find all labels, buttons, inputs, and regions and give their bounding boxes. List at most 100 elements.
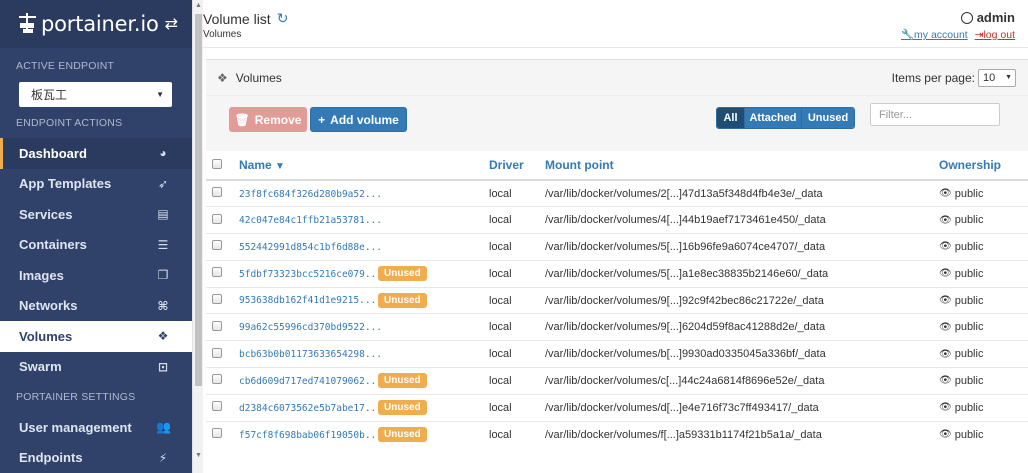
brand-bar: portainer.io ⇄ bbox=[0, 0, 192, 48]
remove-button[interactable]: 🗑 Remove bbox=[229, 107, 307, 132]
plug-icon: ⚡ bbox=[158, 450, 168, 465]
row-select-cell bbox=[206, 233, 239, 261]
sidebar-item-volumes[interactable]: Volumes ❖ bbox=[0, 321, 192, 352]
actions-toolbar: 🗑 Remove + Add volume All Attached Unuse… bbox=[206, 96, 1028, 151]
volume-name-cell: d2384c6073562e5b7abe17... Unused bbox=[239, 393, 489, 422]
wrench-icon: 🔧 bbox=[900, 29, 915, 41]
row-checkbox[interactable] bbox=[212, 187, 222, 198]
scrollbar-thumb[interactable] bbox=[195, 14, 202, 386]
sidebar-item-app-templates[interactable]: App Templates ➶ bbox=[0, 169, 192, 200]
cubes-icon: ❖ bbox=[217, 70, 228, 85]
row-checkbox[interactable] bbox=[212, 267, 222, 278]
trash-icon: 🗑 bbox=[234, 112, 250, 127]
row-checkbox[interactable] bbox=[212, 401, 222, 412]
scroll-down-icon[interactable]: ▼ bbox=[195, 452, 202, 459]
users-icon: 👥 bbox=[156, 420, 171, 435]
cubes-icon: ❖ bbox=[157, 329, 169, 344]
volume-name-link[interactable]: f57cf8f698bab06f19050b... bbox=[239, 430, 382, 441]
mount-point-cell: /var/lib/docker/volumes/2[...]47d13a5f34… bbox=[545, 179, 939, 207]
sidebar-item-label: Swarm bbox=[19, 359, 62, 375]
filter-attached-button[interactable]: Attached bbox=[744, 108, 801, 128]
sidebar-scrollbar[interactable]: ▲ ▼ bbox=[192, 0, 203, 473]
table-row: 5fdbf73323bcc5216ce079... Unused local/var… bbox=[206, 259, 1028, 288]
row-checkbox[interactable] bbox=[212, 294, 222, 305]
row-select-cell bbox=[206, 367, 239, 395]
sidebar-item-label: Containers bbox=[19, 237, 87, 253]
select-all-checkbox[interactable] bbox=[212, 159, 222, 169]
ownership-value: public bbox=[954, 428, 984, 441]
sidebar-item-dashboard[interactable]: Dashboard ◕ bbox=[0, 138, 192, 169]
widget-header: ❖ Volumes Items per page: 10 ▼ bbox=[206, 60, 1028, 96]
portainer-settings-title: PORTAINER SETTINGS bbox=[16, 391, 136, 403]
table-row: 23f8fc684f326d280b9a52... local/var/lib/d… bbox=[206, 179, 1028, 207]
volume-name-link[interactable]: d2384c6073562e5b7abe17... bbox=[239, 403, 382, 414]
refresh-icon[interactable]: ↻ bbox=[277, 10, 289, 27]
mount-point-cell: /var/lib/docker/volumes/5[...]a1e8ec3883… bbox=[545, 259, 939, 288]
row-checkbox[interactable] bbox=[212, 320, 222, 331]
sidebar-item-label: Images bbox=[19, 267, 64, 283]
driver-cell: local bbox=[489, 420, 545, 448]
row-checkbox[interactable] bbox=[212, 347, 222, 358]
driver-cell: local bbox=[489, 233, 545, 261]
ownership-value: public bbox=[954, 267, 984, 280]
filter-input[interactable]: Filter... bbox=[870, 103, 1000, 126]
filter-unused-button[interactable]: Unused bbox=[801, 108, 854, 128]
driver-cell: local bbox=[489, 286, 545, 314]
portainer-logo[interactable]: portainer.io bbox=[18, 12, 159, 36]
row-checkbox[interactable] bbox=[212, 374, 222, 385]
sidebar-item-containers[interactable]: Containers ☰ bbox=[0, 230, 192, 261]
items-per-page-value: 10 bbox=[983, 71, 996, 84]
volume-name-link[interactable]: cb6d609d717ed741079062... bbox=[239, 376, 382, 387]
sidebar-item-endpoints[interactable]: Endpoints ⚡ bbox=[0, 443, 192, 473]
exchange-icon[interactable]: ⇄ bbox=[165, 14, 178, 34]
volume-name-link[interactable]: 23f8fc684f326d280b9a52... bbox=[239, 189, 382, 200]
filter-all-button[interactable]: All bbox=[717, 108, 744, 128]
sidebar-item-user-management[interactable]: User management 👥 bbox=[0, 412, 192, 443]
sidebar-item-networks[interactable]: Networks ⌘ bbox=[0, 291, 192, 322]
remove-label: Remove bbox=[254, 112, 302, 127]
volume-name-link[interactable]: 5fdbf73323bcc5216ce079... bbox=[239, 269, 382, 280]
clone-icon: ❐ bbox=[157, 268, 169, 283]
column-ownership[interactable]: Ownership bbox=[939, 151, 1028, 181]
column-mount-point[interactable]: Mount point bbox=[545, 151, 939, 181]
volume-name-link[interactable]: 99a62c55996cd370bd9522... bbox=[239, 322, 382, 333]
sidebar-item-swarm[interactable]: Swarm ⊡ bbox=[0, 352, 192, 383]
volumes-widget: ❖ Volumes Items per page: 10 ▼ 🗑 Remove … bbox=[206, 59, 1028, 473]
my-account-link[interactable]: 🔧my account bbox=[901, 29, 968, 41]
ownership-value: public bbox=[954, 374, 984, 387]
volume-name-link[interactable]: 953638db162f41d1e9215... bbox=[239, 295, 378, 306]
sidebar-item-images[interactable]: Images ❐ bbox=[0, 260, 192, 291]
eye-icon: 👁 bbox=[939, 188, 952, 200]
volume-name-link[interactable]: 42c047e84c1ffb21a53781... bbox=[239, 215, 382, 226]
sidebar-item-label: Networks bbox=[19, 298, 78, 314]
sidebar-item-services[interactable]: Services ▤ bbox=[0, 199, 192, 230]
scroll-up-icon[interactable]: ▲ bbox=[195, 2, 202, 9]
log-out-link[interactable]: ⇥log out bbox=[975, 29, 1015, 41]
row-checkbox[interactable] bbox=[212, 428, 222, 439]
table-row: d2384c6073562e5b7abe17... Unused local/var… bbox=[206, 393, 1028, 422]
volume-name-link[interactable]: 552442991d854c1bf6d88e... bbox=[239, 242, 382, 253]
tachometer-icon: ◕ bbox=[159, 146, 167, 161]
sidebar-item-label: Volumes bbox=[19, 328, 73, 344]
column-driver[interactable]: Driver bbox=[489, 151, 545, 181]
mount-point-cell: /var/lib/docker/volumes/9[...]6204d59f8a… bbox=[545, 313, 939, 341]
endpoint-select[interactable]: 板瓦工 ▼ bbox=[19, 82, 172, 107]
volume-name-cell: 99a62c55996cd370bd9522... bbox=[239, 313, 489, 341]
table-row: cb6d609d717ed741079062... Unused local/var… bbox=[206, 367, 1028, 395]
row-select-cell bbox=[206, 259, 239, 288]
row-checkbox[interactable] bbox=[212, 240, 222, 251]
volume-name-cell: 552442991d854c1bf6d88e... bbox=[239, 233, 489, 261]
sidebar-item-label: Services bbox=[19, 206, 73, 222]
row-select-cell bbox=[206, 420, 239, 448]
add-volume-button[interactable]: + Add volume bbox=[310, 107, 407, 132]
table-row: f57cf8f698bab06f19050b... Unused local/var… bbox=[206, 420, 1028, 448]
usage-filter-group: All Attached Unused bbox=[716, 107, 855, 129]
column-name[interactable]: Name ▼ bbox=[239, 151, 489, 181]
volume-name-link[interactable]: bcb63b0b01173633654298... bbox=[239, 349, 382, 360]
items-per-page-select[interactable]: 10 ▼ bbox=[978, 68, 1016, 87]
items-per-page-label: Items per page: bbox=[891, 70, 975, 85]
ownership-cell: 👁 public bbox=[939, 286, 1028, 314]
plus-icon: + bbox=[318, 112, 326, 127]
user-icon bbox=[960, 11, 973, 24]
row-checkbox[interactable] bbox=[212, 213, 222, 224]
